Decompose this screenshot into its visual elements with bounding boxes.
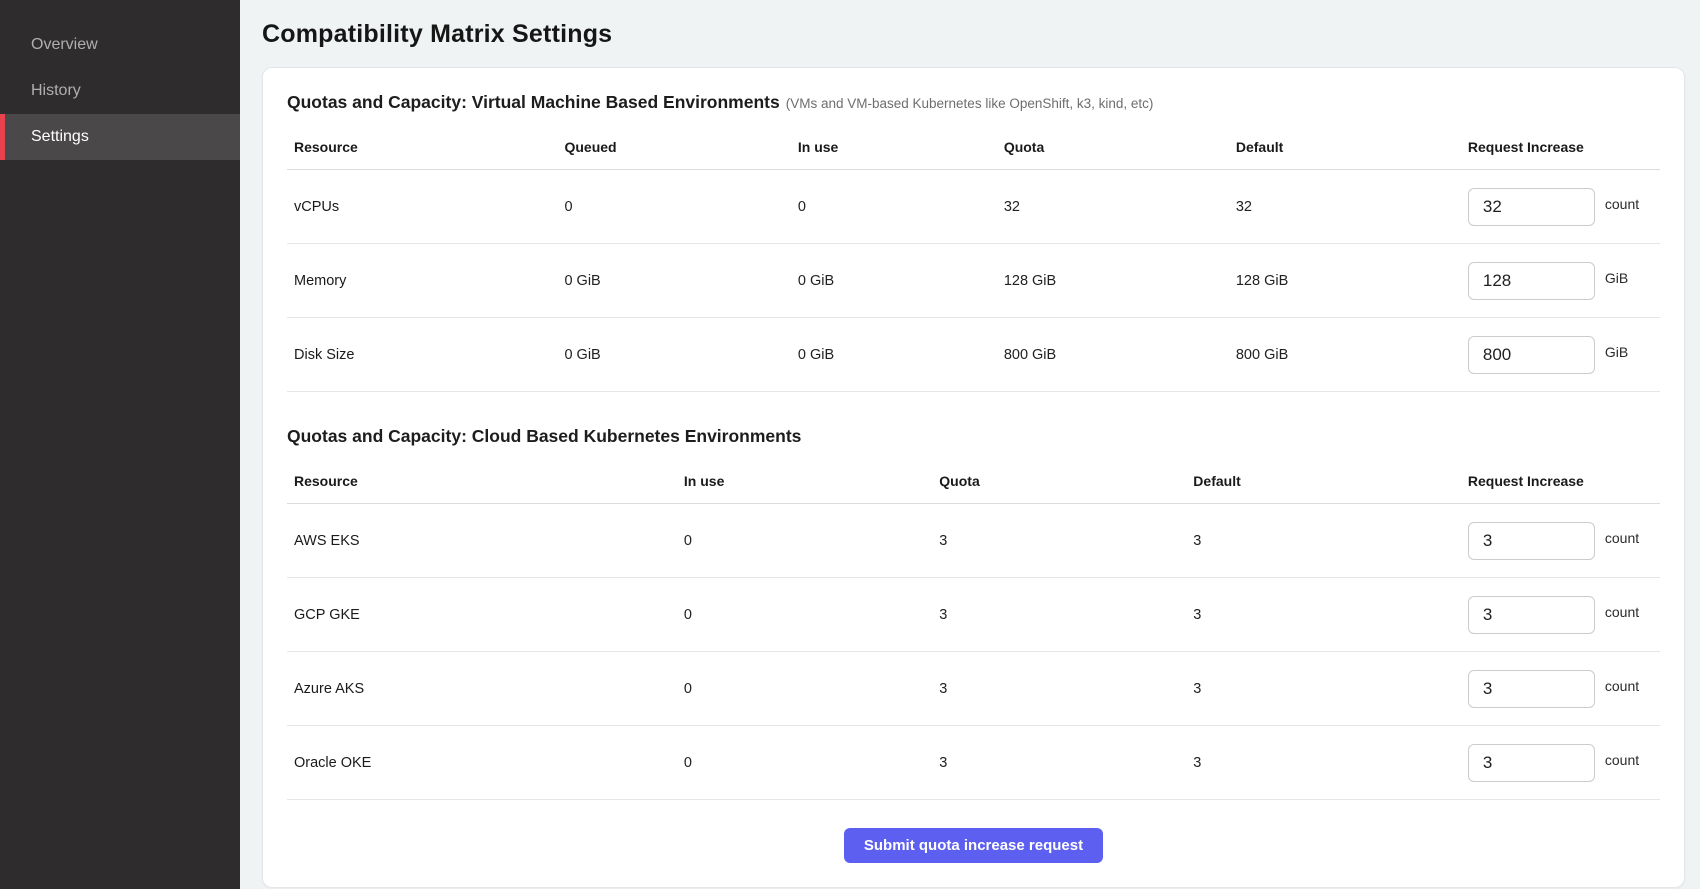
- request-increase-input[interactable]: [1468, 522, 1595, 560]
- table-row-disk-size: Disk Size 0 GiB 0 GiB 800 GiB 800 GiB Gi…: [287, 318, 1660, 392]
- section-cloud-k8s-environments: Quotas and Capacity: Cloud Based Kuberne…: [287, 426, 1660, 800]
- table-row-azure-aks: Azure AKS 0 3 3 count: [287, 652, 1660, 726]
- quota-cell: 3: [932, 726, 1186, 800]
- quota-cell: 3: [932, 652, 1186, 726]
- col-header-request-increase: Request Increase: [1461, 463, 1660, 504]
- section-title-vm-text: Quotas and Capacity: Virtual Machine Bas…: [287, 92, 780, 112]
- request-increase-cell: count: [1461, 170, 1660, 244]
- unit-label: count: [1605, 530, 1639, 546]
- unit-label: GiB: [1605, 344, 1628, 360]
- unit-label: count: [1605, 678, 1639, 694]
- request-increase-input[interactable]: [1468, 336, 1595, 374]
- resource-cell: AWS EKS: [287, 504, 677, 578]
- queued-cell: 0 GiB: [557, 244, 790, 318]
- quota-cell: 32: [997, 170, 1229, 244]
- request-increase-input[interactable]: [1468, 188, 1595, 226]
- page-title: Compatibility Matrix Settings: [262, 20, 1685, 49]
- in-use-cell: 0: [677, 578, 932, 652]
- col-header-quota: Quota: [932, 463, 1186, 504]
- request-increase-cell: GiB: [1461, 318, 1660, 392]
- submit-quota-increase-button[interactable]: Submit quota increase request: [844, 828, 1103, 863]
- col-header-quota: Quota: [997, 129, 1229, 170]
- request-increase-input[interactable]: [1468, 262, 1595, 300]
- in-use-cell: 0: [791, 170, 997, 244]
- col-header-queued: Queued: [557, 129, 790, 170]
- default-cell: 32: [1229, 170, 1461, 244]
- quota-cell: 3: [932, 504, 1186, 578]
- table-row-oracle-oke: Oracle OKE 0 3 3 count: [287, 726, 1660, 800]
- sidebar-item-history[interactable]: History: [0, 68, 240, 114]
- table-row-aws-eks: AWS EKS 0 3 3 count: [287, 504, 1660, 578]
- in-use-cell: 0: [677, 652, 932, 726]
- request-increase-input[interactable]: [1468, 670, 1595, 708]
- request-increase-cell: count: [1461, 726, 1660, 800]
- request-increase-input[interactable]: [1468, 596, 1595, 634]
- col-header-request-increase: Request Increase: [1461, 129, 1660, 170]
- table-row-gcp-gke: GCP GKE 0 3 3 count: [287, 578, 1660, 652]
- in-use-cell: 0: [677, 504, 932, 578]
- cloud-table-header-row: Resource In use Quota Default Request In…: [287, 463, 1660, 504]
- default-cell: 3: [1186, 726, 1461, 800]
- section-title-cloud-k8s-text: Quotas and Capacity: Cloud Based Kuberne…: [287, 426, 801, 446]
- section-title-cloud-k8s: Quotas and Capacity: Cloud Based Kuberne…: [287, 426, 1660, 447]
- queued-cell: 0: [557, 170, 790, 244]
- default-cell: 800 GiB: [1229, 318, 1461, 392]
- table-row-memory: Memory 0 GiB 0 GiB 128 GiB 128 GiB GiB: [287, 244, 1660, 318]
- default-cell: 3: [1186, 652, 1461, 726]
- request-increase-cell: GiB: [1461, 244, 1660, 318]
- request-increase-input[interactable]: [1468, 744, 1595, 782]
- cloud-k8s-quota-table: Resource In use Quota Default Request In…: [287, 463, 1660, 800]
- unit-label: GiB: [1605, 270, 1628, 286]
- quota-cell: 3: [932, 578, 1186, 652]
- quota-cell: 800 GiB: [997, 318, 1229, 392]
- col-header-default: Default: [1229, 129, 1461, 170]
- section-vm-environments: Quotas and Capacity: Virtual Machine Bas…: [287, 92, 1660, 392]
- submit-row: Submit quota increase request: [287, 800, 1660, 863]
- resource-cell: vCPUs: [287, 170, 557, 244]
- default-cell: 3: [1186, 504, 1461, 578]
- queued-cell: 0 GiB: [557, 318, 790, 392]
- unit-label: count: [1605, 604, 1639, 620]
- col-header-default: Default: [1186, 463, 1461, 504]
- resource-cell: Azure AKS: [287, 652, 677, 726]
- section-title-vm: Quotas and Capacity: Virtual Machine Bas…: [287, 92, 1660, 113]
- quota-cell: 128 GiB: [997, 244, 1229, 318]
- resource-cell: Oracle OKE: [287, 726, 677, 800]
- unit-label: count: [1605, 752, 1639, 768]
- col-header-resource: Resource: [287, 129, 557, 170]
- vm-table-header-row: Resource Queued In use Quota Default Req…: [287, 129, 1660, 170]
- in-use-cell: 0 GiB: [791, 244, 997, 318]
- in-use-cell: 0 GiB: [791, 318, 997, 392]
- sidebar-nav: Overview History Settings: [0, 22, 240, 160]
- quotas-card: Quotas and Capacity: Virtual Machine Bas…: [262, 67, 1685, 888]
- request-increase-cell: count: [1461, 652, 1660, 726]
- section-subtitle-vm: (VMs and VM-based Kubernetes like OpenSh…: [786, 96, 1154, 111]
- resource-cell: Disk Size: [287, 318, 557, 392]
- sidebar-item-settings[interactable]: Settings: [0, 114, 240, 160]
- unit-label: count: [1605, 196, 1639, 212]
- col-header-in-use: In use: [791, 129, 997, 170]
- col-header-in-use: In use: [677, 463, 932, 504]
- resource-cell: Memory: [287, 244, 557, 318]
- col-header-resource: Resource: [287, 463, 677, 504]
- resource-cell: GCP GKE: [287, 578, 677, 652]
- request-increase-cell: count: [1461, 578, 1660, 652]
- request-increase-cell: count: [1461, 504, 1660, 578]
- vm-quota-table: Resource Queued In use Quota Default Req…: [287, 129, 1660, 392]
- sidebar: Overview History Settings: [0, 0, 240, 889]
- default-cell: 128 GiB: [1229, 244, 1461, 318]
- sidebar-item-overview[interactable]: Overview: [0, 22, 240, 68]
- main-content: Compatibility Matrix Settings Quotas and…: [240, 0, 1700, 889]
- in-use-cell: 0: [677, 726, 932, 800]
- table-row-vcpus: vCPUs 0 0 32 32 count: [287, 170, 1660, 244]
- default-cell: 3: [1186, 578, 1461, 652]
